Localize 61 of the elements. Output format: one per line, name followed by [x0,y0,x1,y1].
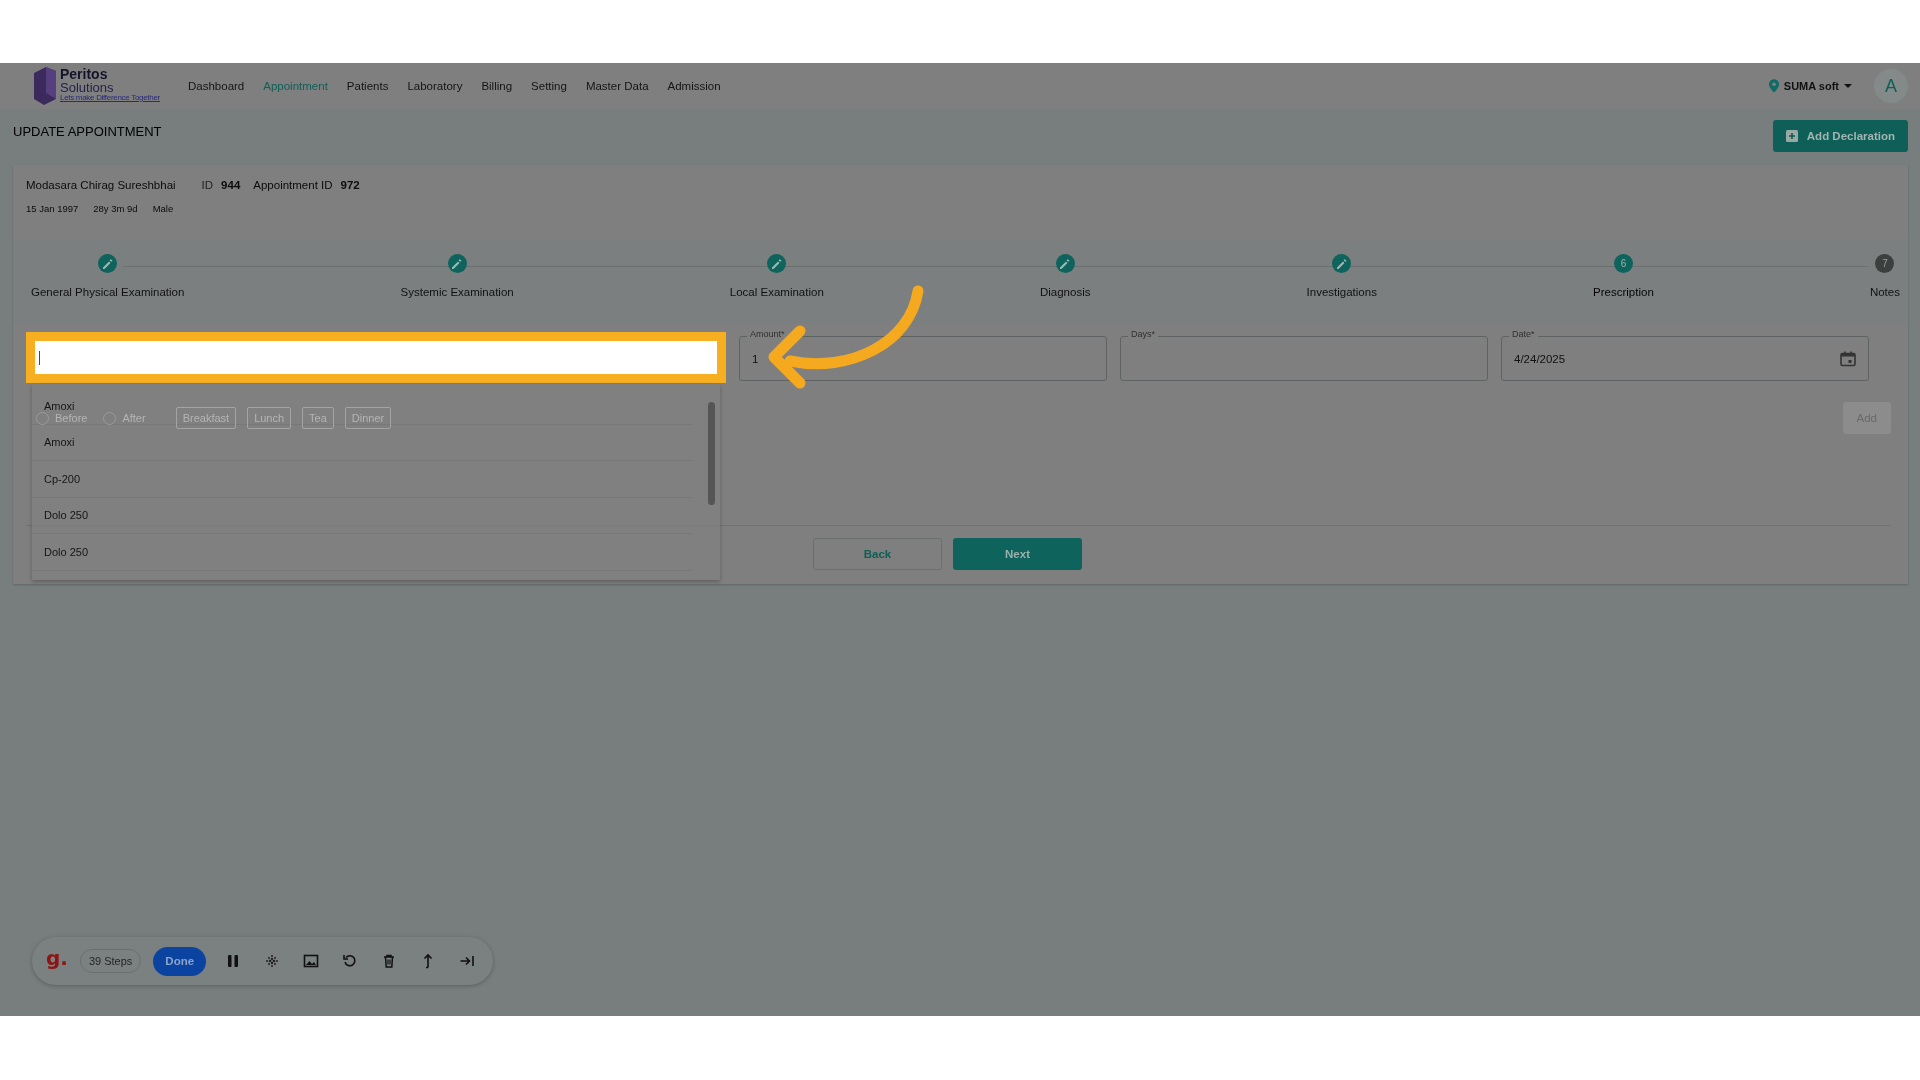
step-label[interactable]: Prescription [1593,286,1654,298]
appointment-id-label: Appointment ID [253,179,333,191]
pencil-icon [770,257,783,270]
logo-subtitle: Solutions [60,81,115,94]
step-label[interactable]: General Physical Examination [31,286,185,298]
recorder-logo: g. [46,946,68,970]
birth-date: 15 Jan 1997 [26,203,79,214]
appointment-id-value: 972 [340,179,360,191]
pencil-icon [1335,257,1348,270]
next-button[interactable]: Next [953,538,1082,570]
page-title: UPDATE APPOINTMENT [13,124,162,139]
patient-gender: Male [152,203,174,214]
skip-to-end-icon [459,953,476,969]
step-edit-icon[interactable] [767,254,787,273]
medicine-search-field[interactable] [26,332,726,383]
nav-link[interactable]: Laboratory [407,80,463,92]
field-label: Date* [1509,330,1538,339]
image-icon [303,953,320,969]
logo-tagline: Lets make Difference Together [60,94,160,102]
nav-link[interactable]: Admission [667,80,721,92]
step-label[interactable]: Local Examination [729,286,824,298]
field-label: Days* [1128,330,1158,339]
nav-link[interactable]: Master Data [585,80,649,92]
nav-link[interactable]: Setting [531,80,567,92]
id-value: 944 [221,179,241,191]
step-number[interactable]: 6 [1613,254,1633,273]
step-number[interactable]: 7 [1875,254,1895,273]
date-field[interactable]: 4/24/2025 [1501,336,1869,381]
step-label[interactable]: Systemic Examination [400,286,514,298]
step-edit-icon[interactable] [447,254,467,273]
cube-logo-icon [32,65,58,107]
nav-link[interactable]: Dashboard [188,80,245,92]
step-label[interactable]: Notes [1869,286,1900,298]
add-declaration-button[interactable]: Add Declaration [1772,120,1908,152]
field-label: Amount* [747,330,788,339]
location-pin-icon [1768,79,1779,93]
location-selector[interactable]: SUMA soft [1768,79,1852,93]
step-label[interactable]: Investigations [1306,286,1377,298]
patient-name: Modasara Chirag Sureshbhai [26,179,176,191]
logo-name: Peritos [60,67,109,81]
pencil-icon [1059,257,1072,270]
dropdown-option[interactable]: Cp-200 [32,461,692,498]
dropdown-option[interactable]: Dolo 250 [32,497,692,534]
caret-icon [1844,84,1852,88]
step-edit-icon[interactable] [1332,254,1352,273]
nav-link[interactable]: Patients [346,80,389,92]
calendar-icon [1840,350,1856,367]
dropdown-option[interactable]: Amoxi [32,424,692,461]
scrollbar-thumb[interactable] [708,402,715,505]
dropdown-option[interactable]: Dolo 250 [32,534,692,571]
nav-link[interactable]: Billing [481,80,513,92]
step-edit-icon[interactable] [98,254,118,273]
id-label: ID [201,179,214,191]
step-edit-icon[interactable] [1055,254,1075,273]
pencil-icon [101,257,114,270]
patient-age: 28y 3m 9d [93,203,138,214]
step-label[interactable]: Diagnosis [1039,286,1091,298]
plus-square-icon [1785,130,1798,142]
blur-icon [264,953,281,969]
done-button[interactable]: Done [153,946,207,976]
pencil-icon [451,257,464,270]
